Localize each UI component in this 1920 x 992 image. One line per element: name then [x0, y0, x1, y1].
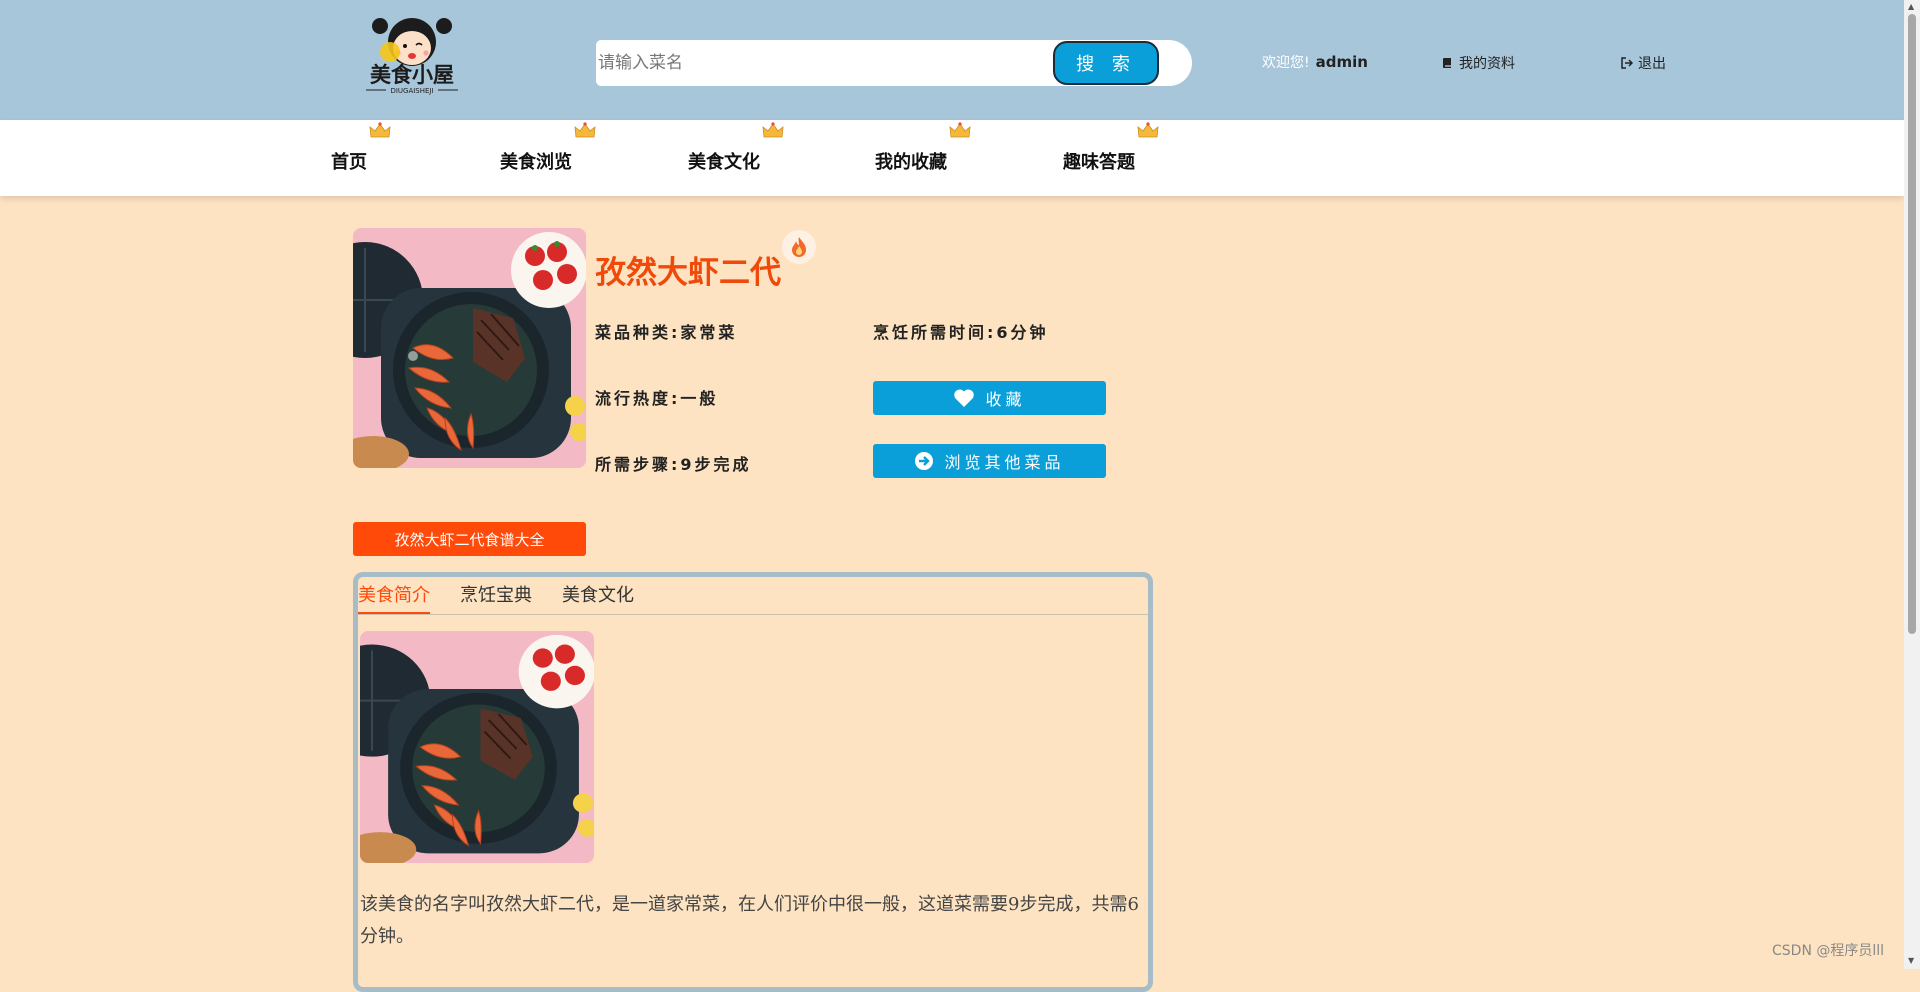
dish-image	[353, 228, 586, 468]
crown-icon	[949, 122, 971, 138]
tab-food-intro[interactable]: 美食简介	[358, 581, 430, 614]
browse-other-button-label: 浏览其他菜品	[944, 453, 1065, 472]
dish-steps: 所需步骤:9步完成	[595, 455, 752, 474]
crown-icon	[762, 122, 784, 138]
scroll-up-icon[interactable]: ▲	[1908, 2, 1914, 11]
nav-item-label: 趣味答题	[1063, 152, 1135, 173]
profile-link-label: 我的资料	[1459, 56, 1515, 72]
tab-bar: 美食简介 烹饪宝典 美食文化	[358, 577, 1148, 615]
crown-icon	[369, 122, 391, 138]
recipe-collection-tag[interactable]: 孜然大虾二代食谱大全	[353, 522, 586, 556]
site-logo[interactable]: 美食小屋 DIUGAISHEJI	[360, 8, 464, 114]
main-nav: 首页 美食浏览 美食文化 我的收藏 趣味答题	[0, 120, 1904, 196]
dish-cook-time: 烹饪所需时间:6分钟	[873, 323, 1049, 342]
search-button[interactable]: 搜 索	[1053, 41, 1159, 85]
arrow-circle-right-icon	[915, 452, 934, 470]
heart-icon	[954, 389, 975, 407]
welcome-text: 欢迎您!	[1262, 55, 1310, 71]
favorite-button[interactable]: 收藏	[873, 381, 1106, 415]
nav-item-home[interactable]: 首页	[331, 122, 391, 174]
page-scrollbar[interactable]: ▲ ▼	[1904, 0, 1920, 969]
nav-item-label: 美食文化	[688, 152, 760, 173]
crown-icon	[574, 122, 596, 138]
nav-item-food-browse[interactable]: 美食浏览	[500, 122, 596, 174]
crown-icon	[1137, 122, 1159, 138]
logout-link[interactable]: 退出	[1621, 53, 1666, 73]
tab-food-culture[interactable]: 美食文化	[562, 581, 634, 614]
nav-item-label: 首页	[331, 152, 367, 173]
dish-title: 孜然大虾二代	[595, 255, 781, 291]
nav-item-my-favorites[interactable]: 我的收藏	[875, 122, 971, 174]
fire-icon	[782, 230, 816, 264]
logo-text: 美食小屋	[370, 62, 454, 87]
intro-dish-image	[360, 631, 594, 863]
logo-subtext: DIUGAISHEJI	[390, 87, 433, 95]
search-bar: 搜 索	[596, 40, 1192, 86]
dish-category: 菜品种类:家常菜	[595, 323, 738, 342]
site-header: 美食小屋 DIUGAISHEJI 搜 索 欢迎您! admin 我的资料 退出	[0, 0, 1904, 120]
sign-out-icon	[1621, 57, 1633, 69]
dish-tab-panel: 美食简介 烹饪宝典 美食文化 该美食的名字叫孜然大虾二代，是一道家常菜，在人们评…	[353, 572, 1153, 992]
browse-other-button[interactable]: 浏览其他菜品	[873, 444, 1106, 478]
book-icon	[1443, 58, 1451, 68]
dish-popularity: 流行热度:一般	[595, 389, 719, 408]
tab-cooking-guide[interactable]: 烹饪宝典	[460, 581, 532, 614]
search-input[interactable]	[596, 40, 1036, 86]
username: admin	[1315, 53, 1368, 71]
welcome-message: 欢迎您! admin	[1262, 52, 1368, 72]
nav-item-food-culture[interactable]: 美食文化	[688, 122, 784, 174]
favorite-button-label: 收藏	[985, 390, 1026, 409]
nav-item-label: 美食浏览	[500, 152, 572, 173]
dish-description: 该美食的名字叫孜然大虾二代，是一道家常菜，在人们评价中很一般，这道菜需要9步完成…	[360, 894, 1139, 947]
profile-link[interactable]: 我的资料	[1442, 53, 1515, 73]
logout-link-label: 退出	[1638, 56, 1666, 72]
nav-item-label: 我的收藏	[875, 152, 947, 173]
scroll-down-icon[interactable]: ▼	[1908, 956, 1914, 965]
watermark: CSDN @程序员lll	[1772, 943, 1885, 959]
nav-item-quiz[interactable]: 趣味答题	[1063, 122, 1159, 174]
scroll-thumb[interactable]	[1908, 14, 1916, 634]
